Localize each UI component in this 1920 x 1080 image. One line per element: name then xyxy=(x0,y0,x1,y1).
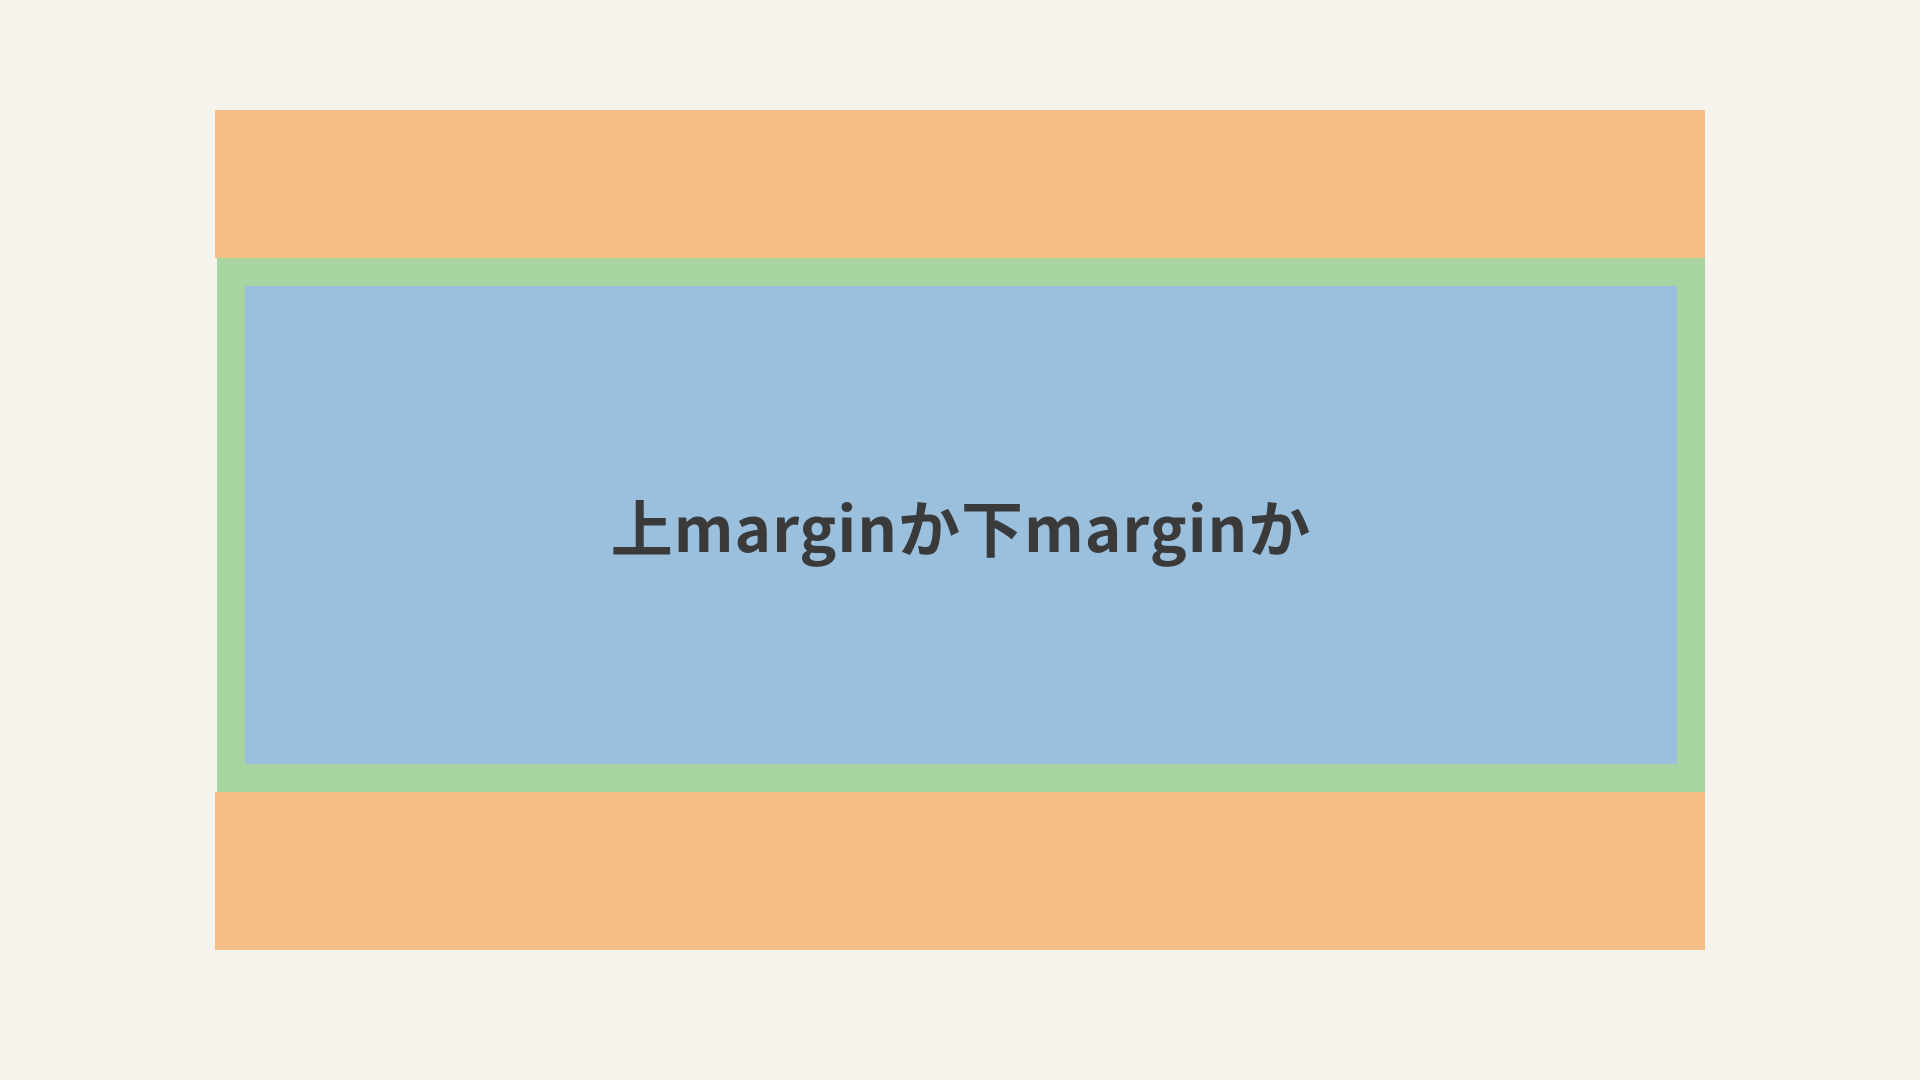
margin-top-region xyxy=(215,110,1705,258)
margin-bottom-region xyxy=(215,792,1705,950)
padding-region: 上marginか下marginか xyxy=(217,258,1705,792)
box-model-diagram: 上marginか下marginか xyxy=(215,110,1705,950)
content-region: 上marginか下marginか xyxy=(245,286,1677,764)
content-text: 上marginか下marginか xyxy=(611,480,1312,570)
